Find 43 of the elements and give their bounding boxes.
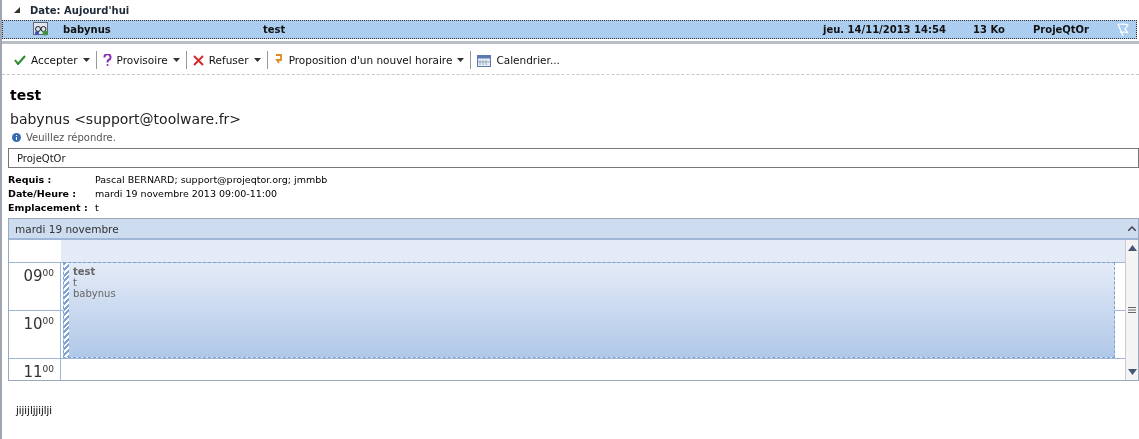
message-sender: babynus <support@toolware.fr> <box>10 111 243 127</box>
checkmark-icon <box>14 55 26 65</box>
scroll-down-icon[interactable] <box>1127 369 1137 375</box>
category-bar: ProjeQtOr <box>8 148 1139 168</box>
toolbar-button[interactable]: Calendrier... <box>471 51 566 69</box>
question-mark-icon <box>102 54 112 66</box>
collapse-icon[interactable] <box>14 7 20 13</box>
info-notice: Veuillez répondre. <box>26 132 116 143</box>
scroll-up-icon[interactable] <box>1127 245 1137 251</box>
size-cell-text: 13 Ko <box>973 24 1006 35</box>
toolbar-button[interactable]: Refuser <box>186 52 267 68</box>
hour-label: 09$^{00}$ <box>9 262 61 310</box>
sender-cell-text: babynus <box>63 24 112 35</box>
field-value: t <box>95 202 100 213</box>
calendar-icon <box>477 53 492 67</box>
calendar-date-header: mardi 19 novembre <box>15 222 119 235</box>
event-title: test <box>73 266 97 277</box>
toolbar-button[interactable]: Provisoire <box>96 52 186 68</box>
collapse-icon[interactable] <box>1128 226 1136 231</box>
hour-label: 11$^{00}$ <box>9 358 61 380</box>
field-label: Emplacement : <box>8 202 89 213</box>
calendar-event[interactable]: test t babynus <box>63 262 1115 358</box>
info-icon <box>12 133 21 142</box>
field-value: mardi 19 novembre 2013 09:00-11:00 <box>95 188 279 199</box>
category-cell-text: ProjeQtOr <box>1033 24 1091 35</box>
message-body: jijijljjijlji <box>16 405 54 416</box>
scroll-thumb-icon[interactable] <box>1128 307 1136 313</box>
message-subject: test <box>10 87 43 103</box>
date-cell-text: jeu. 14/11/2013 14:54 <box>823 24 947 35</box>
field-label: Date/Heure : <box>8 188 78 199</box>
scrollbar[interactable] <box>1125 240 1138 380</box>
meeting-icon <box>33 21 49 36</box>
field-value: Pascal BERNARD; support@projeqtor.org; jmmbb <box>95 174 329 185</box>
hour-label: 10$^{00}$ <box>9 310 61 358</box>
toolbar-button[interactable]: Proposition d'un nouvel horaire <box>267 52 471 68</box>
message-row[interactable]: babynus test jeu. 14/11/2013 14:54 13 Ko ProjeQtOr <box>2 20 1137 39</box>
group-label: Date: Aujourd'hui <box>30 4 130 16</box>
subject-cell-text: test <box>263 24 287 35</box>
event-organizer: babynus <box>73 288 116 299</box>
cross-icon <box>192 54 204 66</box>
toolbar-button[interactable]: Accepter <box>8 52 96 68</box>
field-label: Requis : <box>8 174 53 185</box>
event-location: t <box>73 277 78 288</box>
